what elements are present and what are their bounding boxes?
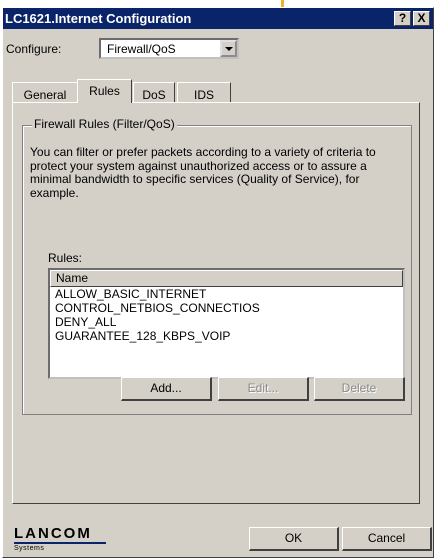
configure-select[interactable]: Firewall/QoS	[99, 38, 239, 59]
tab-rules[interactable]: Rules	[77, 79, 132, 103]
accent-line	[281, 0, 284, 7]
close-button[interactable]: X	[413, 11, 430, 26]
window-title: LC1621.Internet Configuration	[5, 11, 192, 26]
tab-general-label: General	[23, 88, 67, 102]
tab-dos[interactable]: DoS	[133, 82, 175, 102]
tab-ids[interactable]: IDS	[177, 82, 231, 102]
tab-dos-label: DoS	[142, 88, 166, 102]
delete-button[interactable]: Delete	[314, 377, 405, 401]
tab-rules-label: Rules	[89, 84, 120, 98]
add-button[interactable]: Add...	[121, 377, 212, 401]
column-header-name[interactable]: Name	[50, 270, 403, 287]
list-item[interactable]: GUARANTEE_128_KBPS_VOIP	[55, 329, 230, 343]
rules-label: Rules:	[48, 251, 83, 265]
list-item[interactable]: DENY_ALL	[55, 315, 116, 329]
edit-button[interactable]: Edit...	[218, 377, 309, 401]
list-item[interactable]: CONTROL_NETBIOS_CONNECTIOS	[55, 301, 260, 315]
tab-general[interactable]: General	[12, 82, 78, 102]
description-text: You can filter or prefer packets accordi…	[30, 145, 376, 200]
ok-button[interactable]: OK	[249, 527, 339, 551]
group-title: Firewall Rules (Filter/QoS)	[32, 117, 177, 131]
title-bar[interactable]: LC1621.Internet Configuration ? X	[3, 8, 433, 29]
list-item[interactable]: ALLOW_BASIC_INTERNET	[55, 287, 206, 301]
tab-ids-label: IDS	[193, 88, 214, 102]
cancel-button[interactable]: Cancel	[342, 527, 432, 551]
brand-name: LANCOM	[14, 525, 92, 542]
brand-underline	[14, 542, 106, 544]
rules-listbox[interactable]: Name ALLOW_BASIC_INTERNET CONTROL_NETBIO…	[48, 268, 405, 379]
configure-label: Configure:	[6, 42, 62, 56]
help-button[interactable]: ?	[394, 11, 411, 26]
brand-subtitle: Systems	[14, 545, 45, 552]
configure-select-value: Firewall/QoS	[107, 42, 176, 56]
lancom-logo: LANCOM Systems	[14, 526, 106, 552]
chevron-down-icon[interactable]	[220, 40, 237, 57]
